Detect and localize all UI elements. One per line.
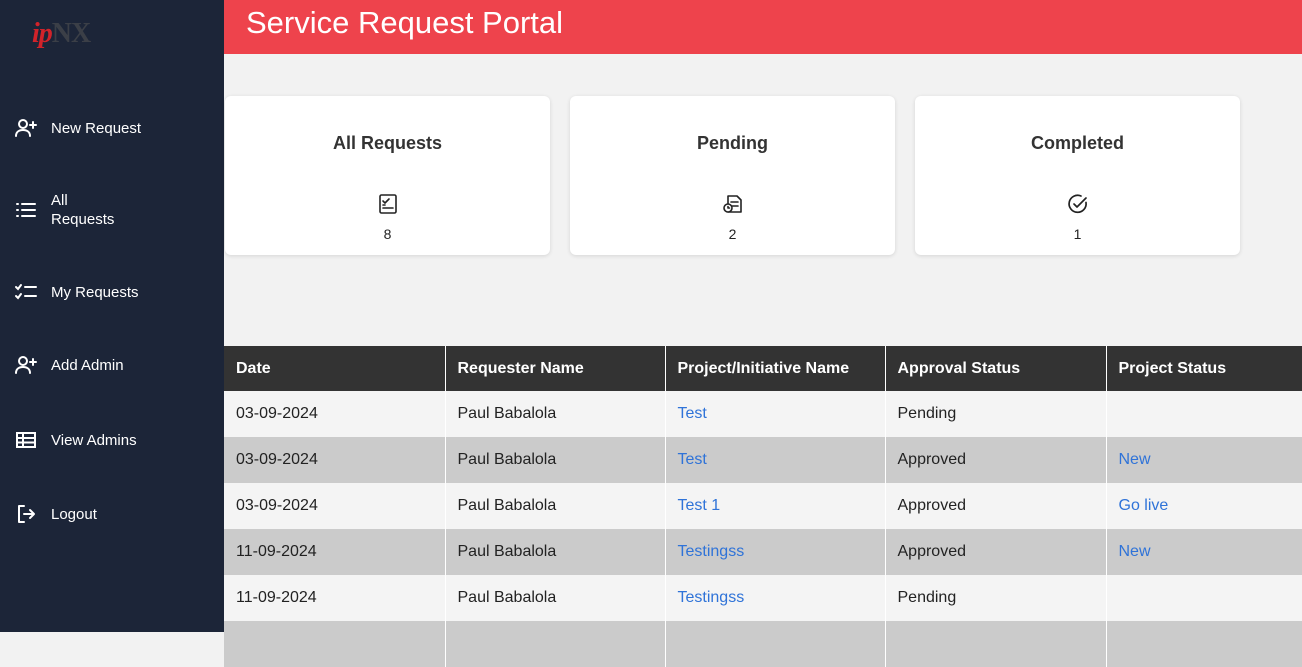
cell-project (665, 621, 886, 667)
table-row: 11-09-2024 Paul Babalola Testingss Appro… (224, 529, 1302, 575)
table-row: 03-09-2024 Paul Babalola Test 1 Approved… (224, 483, 1302, 529)
cell-approval: Approved (885, 437, 1107, 483)
project-link[interactable]: Test (678, 405, 707, 422)
list-icon (14, 198, 38, 222)
card-title: All Requests (332, 133, 443, 153)
card-title: Completed (1030, 133, 1124, 153)
column-header-approval[interactable]: Approval Status (885, 346, 1107, 391)
logout-icon (14, 502, 38, 526)
user-plus-icon (14, 353, 38, 377)
cell-approval: Approved (885, 529, 1107, 575)
card-pending[interactable]: Pending 2 (570, 96, 895, 255)
requests-table-container: Date Requester Name Project/Initiative N… (224, 346, 1302, 667)
sidebar-item-new-request[interactable]: New Request (14, 116, 214, 140)
page-title: Service Request Portal (246, 5, 564, 40)
project-link[interactable]: Testingss (678, 543, 745, 560)
cell-requester: Paul Babalola (445, 391, 666, 437)
sidebar-item-label: All Requests (51, 192, 115, 228)
checklist-icon (14, 280, 38, 304)
card-count: 8 (383, 226, 392, 242)
cell-approval: Pending (885, 575, 1107, 621)
status-link[interactable]: Go live (1119, 497, 1169, 514)
cell-project: Testingss (665, 575, 886, 621)
column-header-project[interactable]: Project/Initiative Name (665, 346, 886, 391)
ipnx-logo[interactable]: ipNX (32, 18, 91, 50)
column-header-date[interactable]: Date (224, 346, 446, 391)
cell-approval: Pending (885, 391, 1107, 437)
table-row: 03-09-2024 Paul Babalola Test Pending (224, 391, 1302, 437)
card-count: 1 (1073, 226, 1082, 242)
cell-date: 11-09-2024 (224, 575, 446, 621)
table-row: 03-09-2024 Paul Babalola Test Approved N… (224, 437, 1302, 483)
user-plus-icon (14, 116, 38, 140)
cell-status: New (1106, 437, 1302, 483)
sidebar-item-logout[interactable]: Logout (14, 502, 214, 526)
sidebar-item-label: Add Admin (51, 356, 124, 374)
sidebar-item-add-admin[interactable]: Add Admin (14, 353, 214, 377)
cell-date (224, 621, 446, 667)
sidebar-item-view-admins[interactable]: View Admins (14, 428, 214, 452)
cell-approval (885, 621, 1107, 667)
cell-date: 11-09-2024 (224, 529, 446, 575)
card-all-requests[interactable]: All Requests 8 (225, 96, 550, 255)
header-bar: Service Request Portal (224, 0, 1302, 54)
check-circle-icon (915, 193, 1240, 215)
document-clock-icon (570, 193, 895, 215)
sidebar-item-label: Logout (51, 505, 97, 523)
requests-table: Date Requester Name Project/Initiative N… (224, 346, 1302, 667)
table-icon (14, 428, 38, 452)
cell-project: Test 1 (665, 483, 886, 529)
cell-requester: Paul Babalola (445, 529, 666, 575)
cell-requester: Paul Babalola (445, 575, 666, 621)
card-title: Pending (697, 133, 768, 153)
clipboard-check-icon (225, 193, 550, 215)
cell-date: 03-09-2024 (224, 391, 446, 437)
column-header-requester[interactable]: Requester Name (445, 346, 666, 391)
project-link[interactable]: Test 1 (678, 497, 721, 514)
cell-status: Go live (1106, 483, 1302, 529)
table-row (224, 621, 1302, 667)
cell-status: New (1106, 529, 1302, 575)
cell-date: 03-09-2024 (224, 483, 446, 529)
table-header-row: Date Requester Name Project/Initiative N… (224, 346, 1302, 391)
cell-date: 03-09-2024 (224, 437, 446, 483)
sidebar-item-my-requests[interactable]: My Requests (14, 280, 214, 304)
sidebar-item-all-requests[interactable]: All Requests (14, 191, 214, 229)
cell-status (1106, 621, 1302, 667)
cell-project: Testingss (665, 529, 886, 575)
cell-requester: Paul Babalola (445, 483, 666, 529)
column-header-status[interactable]: Project Status (1106, 346, 1302, 391)
cell-status (1106, 391, 1302, 437)
sidebar-item-label: New Request (51, 119, 142, 137)
card-count: 2 (728, 226, 737, 242)
cell-requester: Paul Babalola (445, 437, 666, 483)
sidebar: ipNX New Request All Requests My Request… (0, 0, 224, 632)
sidebar-item-label: View Admins (51, 431, 137, 449)
table-row: 11-09-2024 Paul Babalola Testingss Pendi… (224, 575, 1302, 621)
sidebar-item-label: My Requests (51, 283, 139, 301)
cell-requester (445, 621, 666, 667)
project-link[interactable]: Test (678, 451, 707, 468)
cell-project: Test (665, 437, 886, 483)
cell-approval: Approved (885, 483, 1107, 529)
card-completed[interactable]: Completed 1 (915, 96, 1240, 255)
cell-project: Test (665, 391, 886, 437)
status-link[interactable]: New (1119, 451, 1151, 468)
status-link[interactable]: New (1119, 543, 1151, 560)
cell-status (1106, 575, 1302, 621)
project-link[interactable]: Testingss (678, 589, 745, 606)
